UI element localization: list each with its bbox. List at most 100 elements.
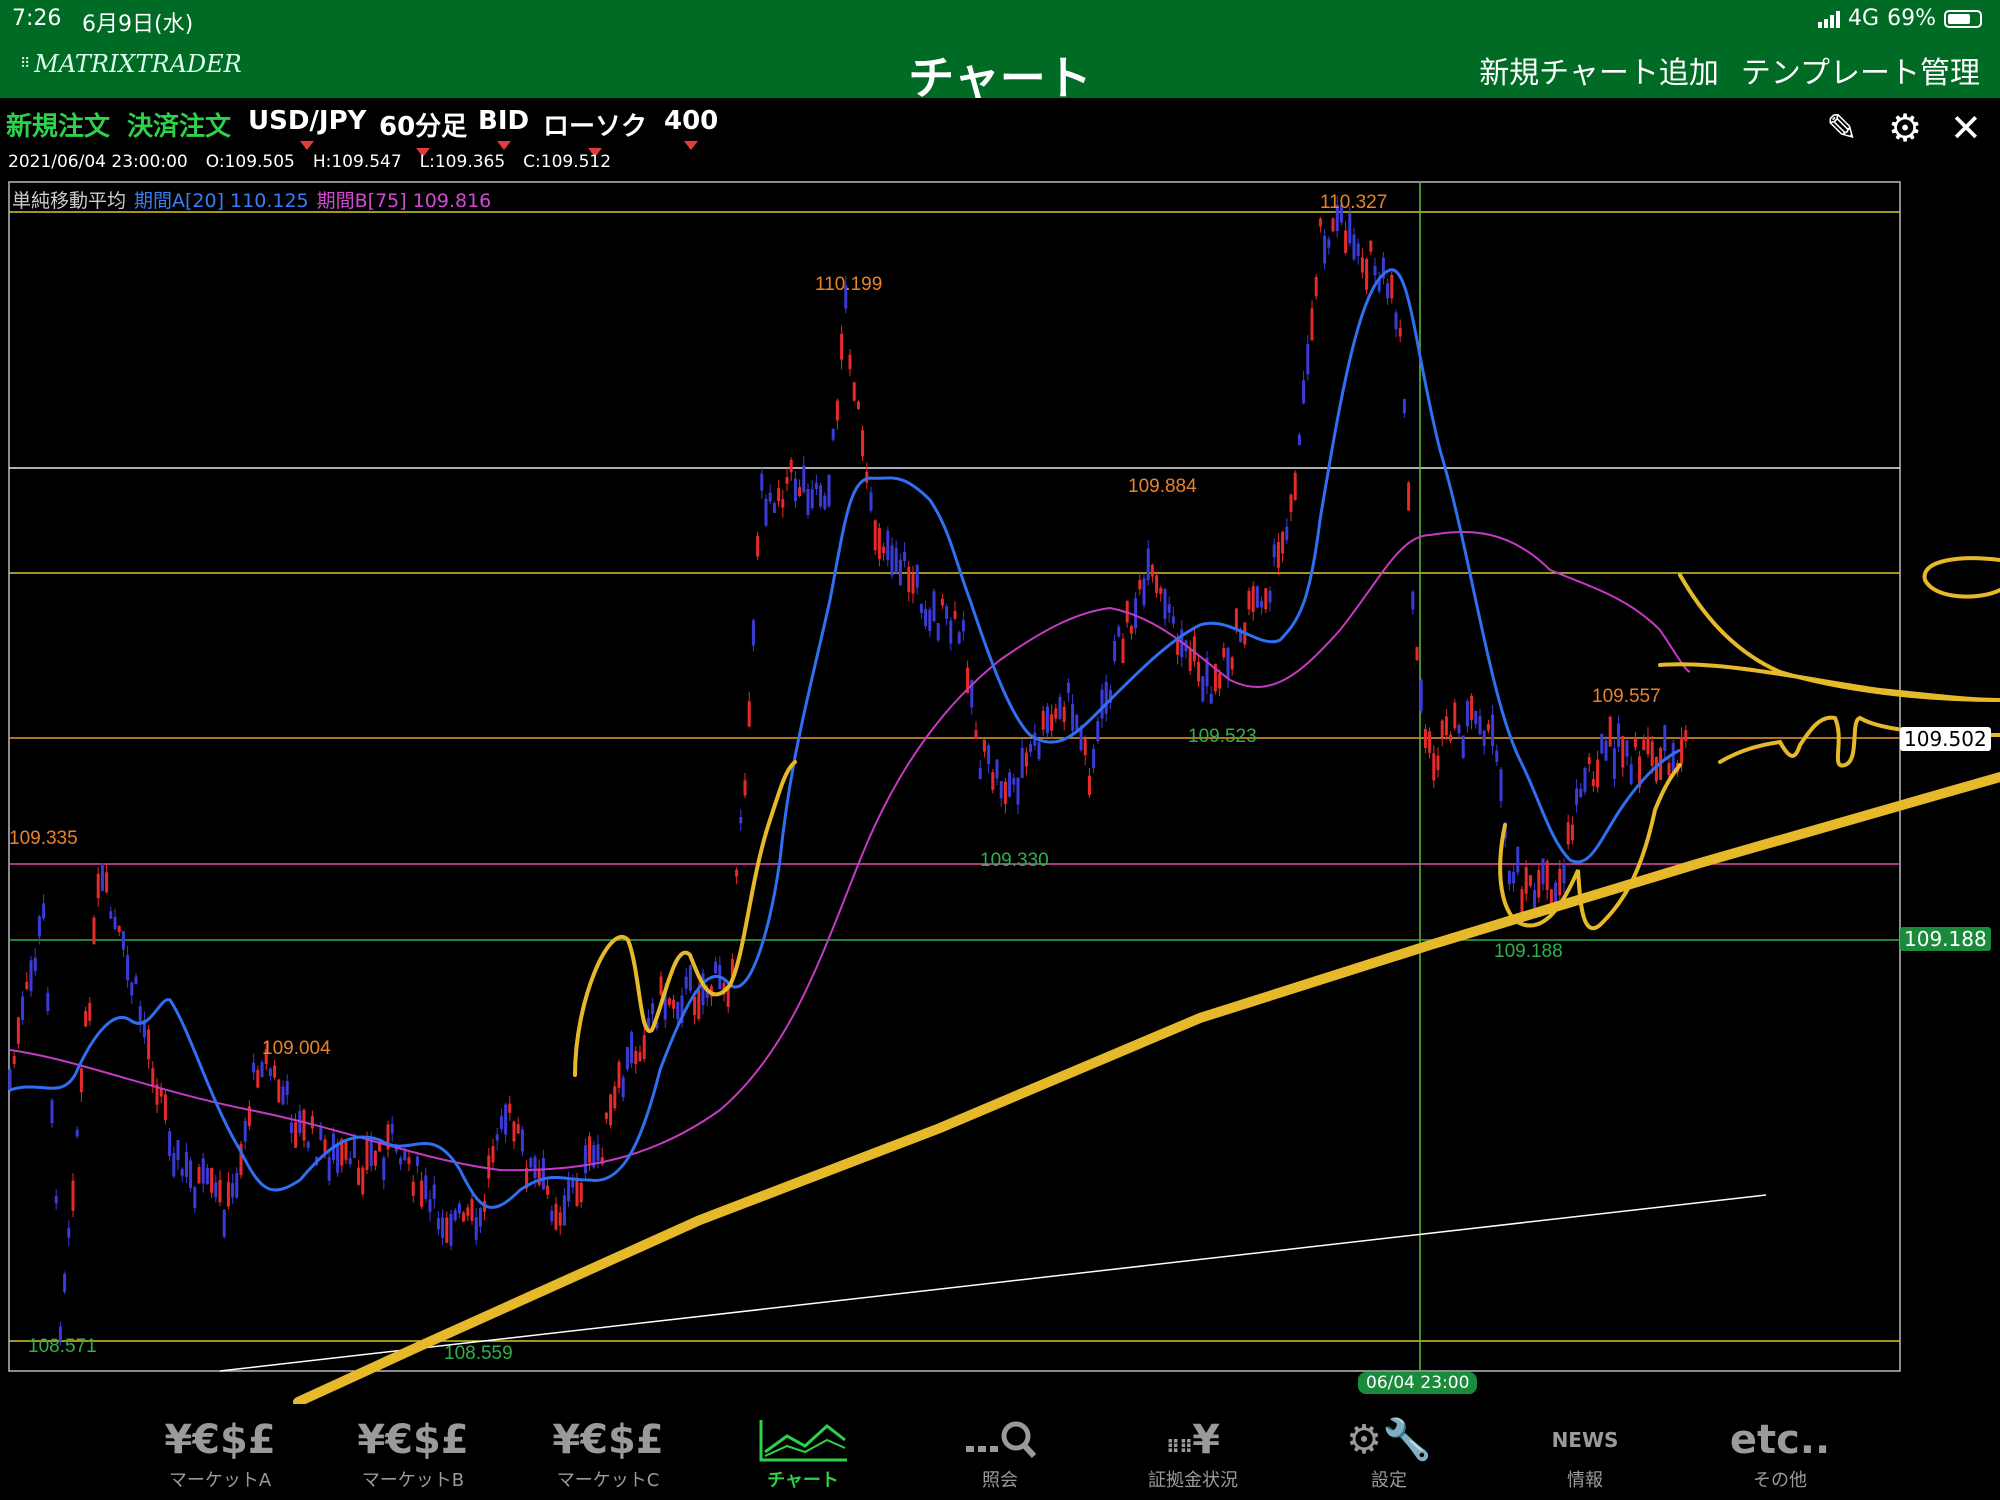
candle-body: [886, 531, 890, 561]
tab-market-b[interactable]: ¥€$£ マーケットB: [338, 1404, 488, 1500]
candle-body: [1281, 531, 1285, 554]
candle-body: [894, 547, 898, 574]
candle-body: [1218, 673, 1222, 689]
candle-body: [1570, 824, 1574, 841]
candle-body: [1113, 640, 1117, 662]
candle-body: [105, 872, 109, 893]
candle-body: [134, 976, 138, 985]
candle-body: [1012, 778, 1016, 785]
candle-body: [814, 482, 818, 490]
tab-market-c[interactable]: ¥€$£ マーケットC: [533, 1404, 683, 1500]
tab-margin[interactable]: ⠿⠿¥ 証拠金状況: [1118, 1404, 1268, 1500]
candle-body: [940, 598, 944, 606]
candle-body: [747, 701, 751, 727]
tab-label: 情報: [1567, 1470, 1603, 1491]
tab-settings[interactable]: ⚙🔧 設定: [1314, 1404, 1464, 1500]
candle-body: [642, 1035, 646, 1059]
candle-body: [1209, 693, 1213, 704]
candle-body: [1289, 494, 1293, 512]
candle-body: [609, 1094, 613, 1126]
candle-body: [919, 603, 923, 613]
ma-a-legend: 期間A[20] 110.125: [134, 190, 309, 212]
candle-body: [411, 1181, 415, 1196]
candle-body: [1356, 243, 1360, 256]
candle-body: [1117, 626, 1121, 637]
candle-body: [512, 1121, 516, 1142]
candle-body: [1192, 636, 1196, 662]
candle-body: [1100, 689, 1104, 719]
candle-body: [382, 1157, 386, 1180]
high-label: 109.004: [262, 1038, 331, 1059]
candle-body: [1050, 714, 1054, 731]
candle-body: [1608, 716, 1612, 747]
candle-body: [1138, 579, 1142, 590]
candle-body: [361, 1167, 365, 1195]
tab-inquiry[interactable]: 照会: [925, 1404, 1075, 1500]
candle-body: [676, 1002, 680, 1020]
candle-body: [1495, 750, 1499, 762]
gear-wrench-icon: ⚙🔧: [1346, 1417, 1432, 1463]
candle-body: [789, 459, 793, 473]
candle-body: [974, 730, 978, 739]
candle-body: [852, 382, 856, 401]
candle-body: [1276, 541, 1280, 568]
candle-body: [1197, 661, 1201, 682]
candle-body: [231, 1183, 235, 1198]
drawing-right-loop: [1922, 556, 2000, 599]
candle-body: [1234, 608, 1238, 629]
candle-body: [1037, 742, 1041, 760]
tab-etc[interactable]: etc.. その他: [1705, 1404, 1855, 1500]
candle-body: [1087, 775, 1091, 795]
candle-body: [1461, 735, 1465, 758]
candle-body: [1663, 725, 1667, 751]
tab-news[interactable]: NEWS 情報: [1510, 1404, 1660, 1500]
candle-body: [121, 931, 125, 950]
candle-body: [777, 488, 781, 502]
candle-body: [462, 1212, 466, 1222]
high-label: 109.884: [1128, 476, 1197, 497]
candle-body: [1323, 235, 1327, 264]
candle-body: [1432, 753, 1436, 781]
candle-body: [1621, 736, 1625, 768]
candle-body: [1071, 703, 1075, 731]
candle-body: [1327, 239, 1331, 248]
low-label: 109.523: [1188, 726, 1257, 747]
candle-body: [928, 609, 932, 632]
tab-market-a[interactable]: ¥€$£ マーケットA: [145, 1404, 295, 1500]
candle-body: [1293, 472, 1297, 500]
candle-body: [50, 1100, 54, 1124]
candle-body: [424, 1175, 428, 1199]
candle-body: [75, 1129, 79, 1137]
candle-body: [903, 551, 907, 562]
candle-body: [856, 401, 860, 409]
candle-body: [1440, 720, 1444, 738]
candle-body: [672, 999, 676, 1009]
candle-body: [714, 961, 718, 974]
candle-body: [819, 485, 823, 507]
candle-body: [1629, 764, 1633, 784]
candle-body: [1163, 588, 1167, 619]
candle-body: [835, 400, 839, 421]
candle-body: [8, 1069, 12, 1090]
candle-body: [1272, 544, 1276, 558]
candle-body: [432, 1184, 436, 1199]
candle-body: [785, 477, 789, 484]
candle-body: [109, 911, 113, 919]
candle-body: [659, 976, 663, 995]
tab-chart[interactable]: チャート: [728, 1404, 878, 1500]
candle-body: [256, 1069, 260, 1088]
candle-body: [92, 917, 96, 945]
candle-body: [869, 492, 873, 511]
candle-body: [1222, 647, 1226, 658]
candle-body: [365, 1140, 369, 1171]
candle-body: [373, 1150, 377, 1166]
candle-body: [1453, 702, 1457, 729]
candle-body: [936, 623, 940, 641]
candle-body: [1583, 767, 1587, 792]
candle-body: [445, 1217, 449, 1243]
chart-canvas[interactable]: 110.327 110.199 109.884 109.557 109.335 …: [0, 0, 2000, 1500]
candle-body: [840, 333, 844, 360]
candle-body: [1587, 757, 1591, 764]
candle-body: [693, 996, 697, 1016]
tab-label: マーケットA: [168, 1470, 272, 1491]
